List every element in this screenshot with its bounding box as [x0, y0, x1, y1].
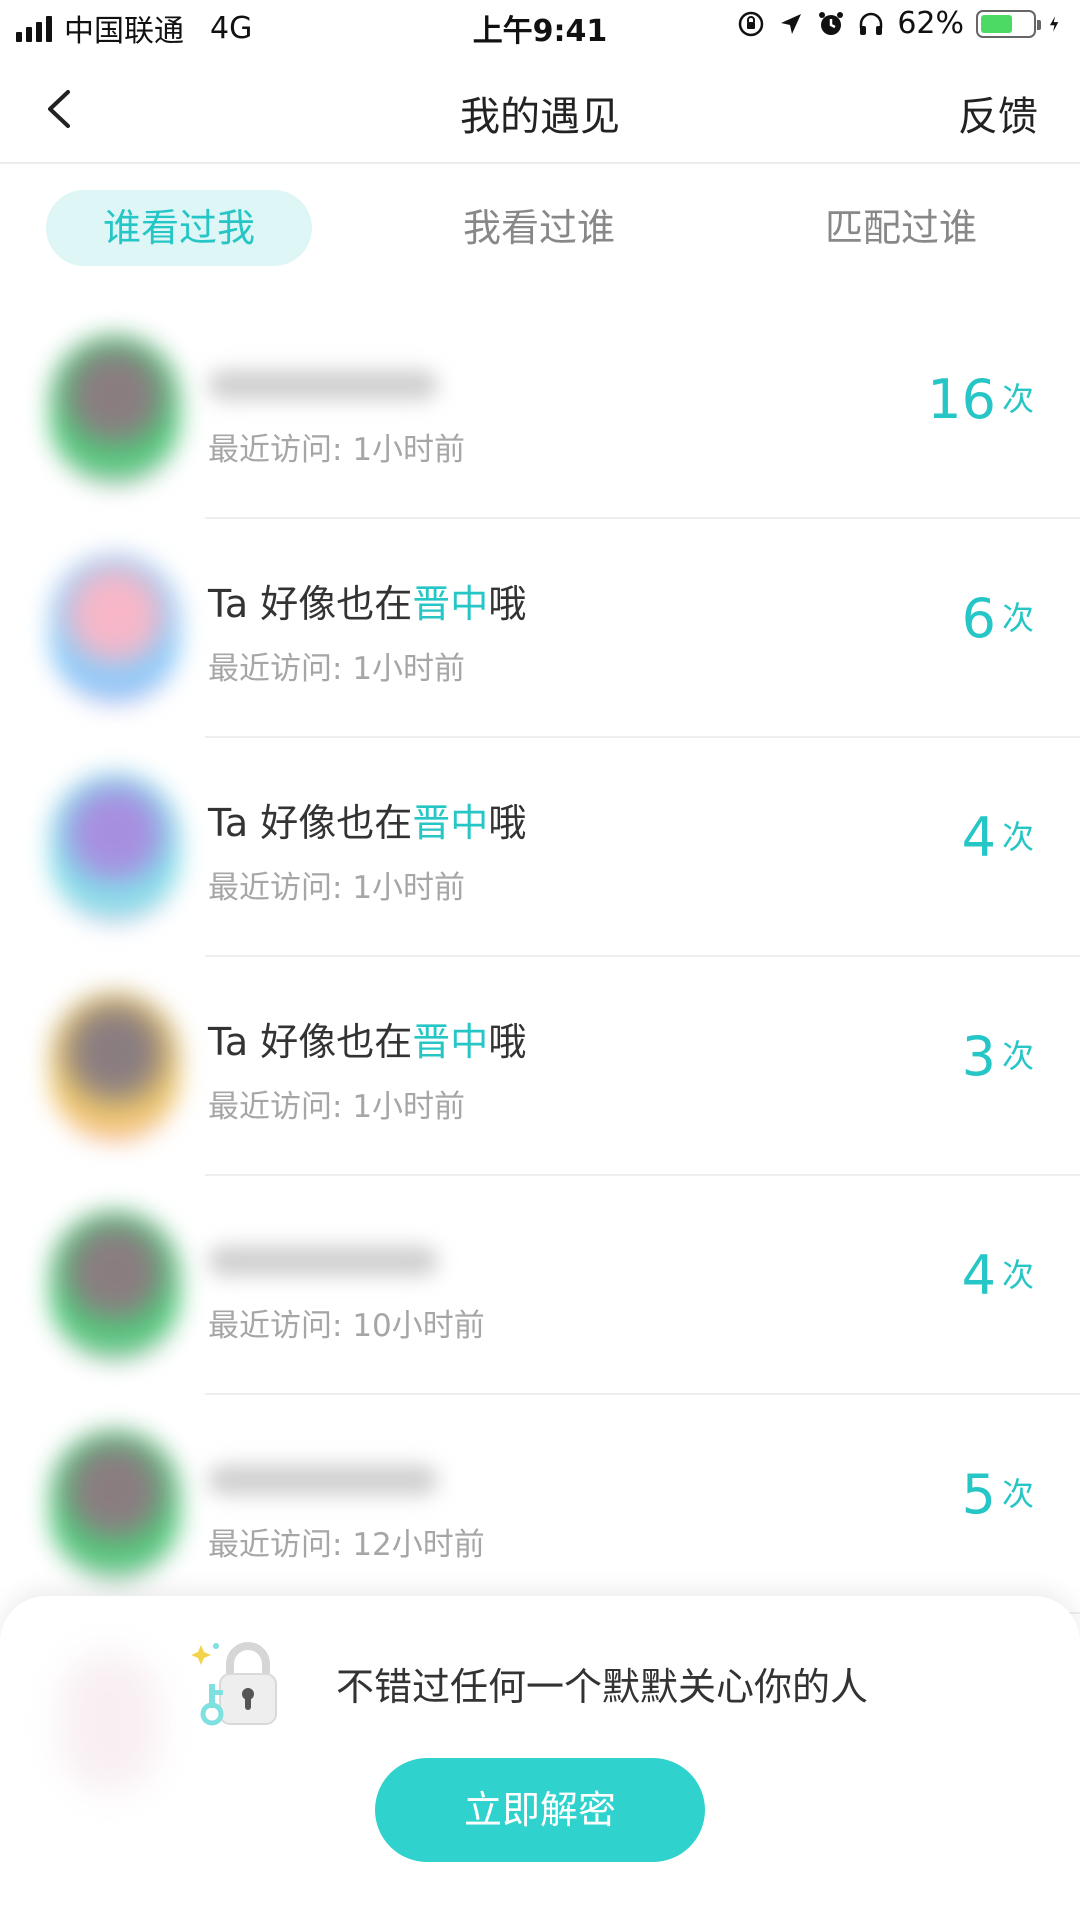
list-item[interactable]: Ta 好像也在晋中哦 最近访问: 1小时前 6次: [0, 519, 1080, 738]
visit-time: 1小时前: [352, 432, 466, 468]
visit-info: 最近访问: 1小时前: [208, 643, 526, 688]
avatar: [50, 554, 180, 704]
visit-label: 最近访问:: [208, 432, 343, 468]
status-right: 62%: [737, 6, 1066, 41]
tab-bar: 谁看过我 我看过谁 匹配过谁: [0, 164, 1080, 294]
row-title: Ta 好像也在晋中哦: [208, 1017, 526, 1067]
list-item[interactable]: Ta 好像也在晋中哦 最近访问: 1小时前 4次: [0, 738, 1080, 957]
row-main: Ta 好像也在晋中哦 最近访问: 1小时前: [208, 798, 526, 907]
page-title: 我的遇见: [460, 94, 620, 140]
location-highlight: 晋中: [412, 801, 489, 845]
visit-count-number: 16: [927, 368, 996, 431]
visit-count-number: 4: [961, 1244, 996, 1307]
title-suffix: 哦: [488, 582, 527, 626]
row-main: Ta 好像也在晋中哦 最近访问: 1小时前: [208, 579, 526, 688]
visit-label: 最近访问:: [208, 1308, 343, 1344]
list-item[interactable]: 最近访问: 1小时前 16 次: [0, 300, 1080, 519]
battery-fill: [981, 14, 1012, 33]
visit-count: 4次: [962, 806, 1034, 869]
visit-count-unit: 次: [1001, 1256, 1034, 1294]
visit-count-unit: 次: [1001, 1037, 1034, 1075]
location-highlight: 晋中: [412, 582, 489, 626]
status-bar: 中国联通 4G 上午9:41 62%: [0, 0, 1080, 54]
visit-label: 最近访问:: [208, 870, 343, 906]
visit-time: 1小时前: [352, 1089, 466, 1125]
title-suffix: 哦: [488, 801, 527, 845]
avatar: [50, 1430, 180, 1580]
unlock-button[interactable]: 立即解密: [375, 1758, 705, 1862]
visit-count-unit: 次: [1001, 818, 1034, 856]
charging-bolt-icon: [1049, 15, 1059, 32]
visitor-list: 最近访问: 1小时前 16 次 Ta 好像也在晋中哦 最近访问: 1小时前 6次 …: [0, 300, 1080, 1614]
row-title: Ta 好像也在晋中哦: [208, 798, 526, 848]
visit-info: 最近访问: 1小时前: [208, 424, 465, 469]
row-main: Ta 好像也在晋中哦 最近访问: 1小时前: [208, 1017, 526, 1126]
title-prefix: Ta 好像也在: [208, 582, 413, 626]
lock-key-icon: [192, 1642, 277, 1726]
visit-count: 4次: [962, 1244, 1034, 1307]
visit-count-number: 6: [961, 587, 996, 650]
avatar: [50, 992, 180, 1142]
visit-count: 3次: [962, 1025, 1034, 1088]
tab-who-viewed-me[interactable]: 谁看过我: [46, 190, 312, 266]
list-item[interactable]: Ta 好像也在晋中哦 最近访问: 1小时前 3次: [0, 957, 1080, 1176]
headphones-icon: [860, 12, 883, 35]
rotation-lock-icon: [739, 11, 764, 36]
visit-count-unit: 次: [1001, 1475, 1034, 1513]
row-main: 最近访问: 10小时前: [208, 1236, 485, 1345]
alarm-icon: [819, 11, 844, 35]
list-item[interactable]: 最近访问: 10小时前 4次: [0, 1176, 1080, 1395]
row-title: [208, 1236, 485, 1286]
feedback-button[interactable]: 反馈: [958, 84, 1038, 142]
row-title: [208, 360, 465, 410]
title-prefix: Ta 好像也在: [208, 801, 413, 845]
battery-percent: 62%: [897, 6, 964, 41]
unlock-sheet: 不错过任何一个默默关心你的人 立即解密: [0, 1596, 1080, 1920]
avatar: [50, 1211, 180, 1361]
nav-bar: 我的遇见 反馈: [0, 54, 1080, 164]
visit-info: 最近访问: 1小时前: [208, 862, 526, 907]
blurred-nickname: [208, 370, 438, 400]
visit-label: 最近访问:: [208, 651, 343, 687]
tab-who-i-viewed[interactable]: 我看过谁: [406, 190, 672, 266]
battery-icon: [976, 9, 1041, 38]
visit-count-number: 4: [961, 806, 996, 869]
title-suffix: 哦: [488, 1020, 527, 1064]
visit-count-unit: 次: [1001, 380, 1034, 418]
visit-count: 5次: [962, 1463, 1034, 1526]
avatar: [50, 773, 180, 923]
visit-info: 最近访问: 1小时前: [208, 1081, 526, 1126]
visit-count: 6次: [962, 587, 1034, 650]
tab-who-matched[interactable]: 匹配过谁: [768, 190, 1034, 266]
visit-count: 16 次: [927, 368, 1034, 431]
visit-label: 最近访问:: [208, 1527, 343, 1563]
hidden-avatar: [60, 1652, 160, 1792]
location-highlight: 晋中: [412, 1020, 489, 1064]
visit-time: 10小时前: [352, 1308, 485, 1344]
blurred-nickname: [208, 1246, 438, 1276]
row-title: Ta 好像也在晋中哦: [208, 579, 526, 629]
screen: 中国联通 4G 上午9:41 62% 我的遇见 反馈 谁看过我 我看过谁 匹配过…: [0, 0, 1080, 1920]
visit-info: 最近访问: 10小时前: [208, 1300, 485, 1345]
visit-count-number: 3: [961, 1025, 996, 1088]
visit-time: 1小时前: [352, 870, 466, 906]
location-arrow-icon: [781, 13, 802, 34]
list-item[interactable]: 最近访问: 12小时前 5次: [0, 1395, 1080, 1614]
visit-time: 1小时前: [352, 651, 466, 687]
avatar: [50, 335, 180, 485]
visit-count-number: 5: [961, 1463, 996, 1526]
title-prefix: Ta 好像也在: [208, 1020, 413, 1064]
row-title: [208, 1455, 485, 1505]
unlock-message: 不错过任何一个默默关心你的人: [336, 1665, 869, 1709]
blurred-nickname: [208, 1465, 438, 1495]
visit-info: 最近访问: 12小时前: [208, 1519, 485, 1564]
visit-label: 最近访问:: [208, 1089, 343, 1125]
row-main: 最近访问: 1小时前: [208, 360, 465, 469]
visit-count-unit: 次: [1001, 599, 1034, 637]
row-main: 最近访问: 12小时前: [208, 1455, 485, 1564]
visit-time: 12小时前: [352, 1527, 485, 1563]
